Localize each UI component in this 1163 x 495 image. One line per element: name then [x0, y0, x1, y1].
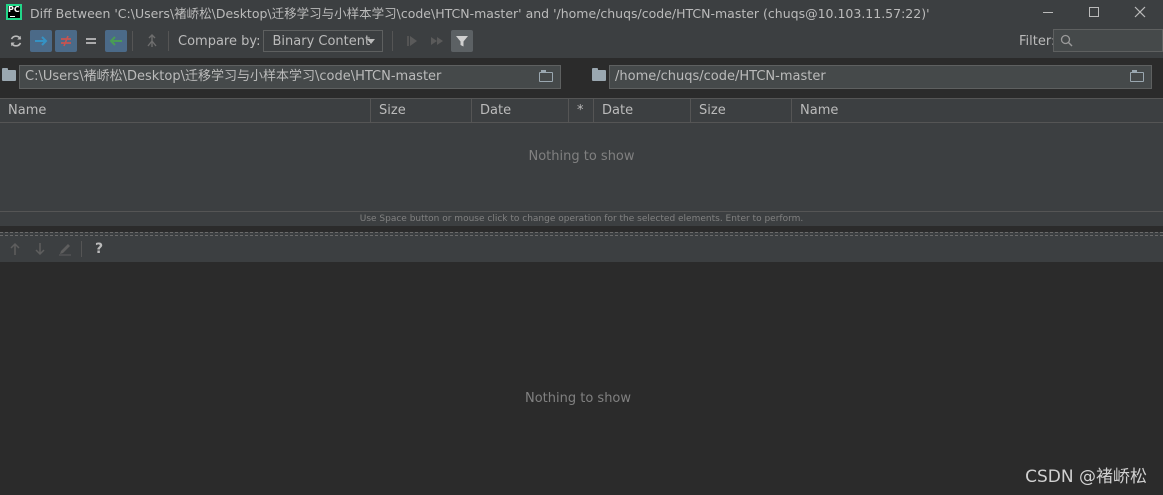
pencil-icon [59, 244, 71, 256]
column-header-right-name[interactable]: Name [792, 99, 1163, 123]
right-path-field[interactable]: /home/chuqs/code/HTCN-master [609, 65, 1152, 89]
minimize-icon [1043, 11, 1053, 13]
browse-folder-icon[interactable] [539, 70, 553, 82]
toolbar-separator [392, 31, 394, 51]
chevron-down-icon [367, 39, 376, 44]
show-equal-button[interactable] [80, 30, 102, 52]
maximize-icon [1089, 7, 1099, 17]
preview-pane: Nothing to show [0, 263, 1163, 495]
window-title: Diff Between 'C:\Users\褚峤松\Desktop\迁移学习与… [30, 5, 930, 21]
folder-icon [2, 68, 16, 81]
preview-empty-message: Nothing to show [524, 391, 632, 406]
filter-funnel-icon [456, 36, 469, 47]
refresh-icon [10, 35, 22, 47]
compare-by-dropdown[interactable]: Binary Content [263, 30, 384, 52]
toolbar-separator [168, 31, 169, 51]
table-header: Name Size Date * Date Size Name [0, 99, 1163, 123]
search-icon [1060, 34, 1073, 47]
show-new-on-left-button[interactable] [30, 30, 52, 52]
left-path-text: C:\Users\褚峤松\Desktop\迁移学习与小样本学习\code\HTC… [25, 69, 442, 84]
close-icon [1134, 6, 1146, 18]
column-header-left-name[interactable]: Name [0, 99, 371, 123]
show-different-button[interactable] [55, 30, 77, 52]
table-empty-message: Nothing to show [528, 149, 635, 164]
arrow-down-icon [35, 243, 45, 256]
previous-difference-button[interactable] [5, 239, 25, 259]
help-button[interactable]: ? [89, 239, 109, 259]
diff-toolbar: Compare by: Binary Content Filter: [0, 24, 1163, 58]
window-controls [1025, 0, 1163, 24]
preview-toolbar: ? [0, 236, 1163, 263]
filter-label: Filter: [1019, 34, 1056, 49]
filter-input[interactable] [1053, 29, 1163, 52]
column-header-left-size[interactable]: Size [371, 99, 472, 123]
filter-toggle-button[interactable] [451, 30, 474, 52]
left-path-field[interactable]: C:\Users\褚峤松\Desktop\迁移学习与小样本学习\code\HTC… [19, 65, 561, 89]
toolbar-separator [81, 241, 82, 257]
left-path-row: C:\Users\褚峤松\Desktop\迁移学习与小样本学习\code\HTC… [0, 64, 562, 90]
next-difference-button[interactable] [30, 239, 50, 259]
column-header-left-date[interactable]: Date [472, 99, 569, 123]
help-icon: ? [94, 241, 104, 257]
not-equal-icon [61, 35, 71, 47]
edit-source-button[interactable] [55, 239, 75, 259]
minimize-button[interactable] [1025, 0, 1071, 24]
fast-forward-icon [431, 37, 444, 45]
arrow-right-icon [35, 36, 48, 46]
diff-table: Name Size Date * Date Size Name Nothing … [0, 98, 1163, 212]
right-path-row: /home/chuqs/code/HTCN-master [590, 64, 1163, 90]
right-path-text: /home/chuqs/code/HTCN-master [615, 69, 826, 84]
equal-icon [86, 38, 96, 44]
browse-folder-icon[interactable] [1130, 70, 1144, 82]
arrow-up-icon [10, 242, 20, 255]
merge-icon [147, 34, 157, 47]
show-new-on-right-button[interactable] [105, 30, 127, 52]
refresh-button[interactable] [5, 30, 27, 52]
synchronize-selected-button[interactable] [401, 30, 423, 52]
column-header-operation[interactable]: * [569, 99, 594, 123]
operation-hint: Use Space button or mouse click to chang… [0, 212, 1163, 226]
title-bar: PC Diff Between 'C:\Users\褚峤松\Desktop\迁移… [0, 0, 1163, 24]
toolbar-separator [132, 31, 133, 51]
maximize-button[interactable] [1071, 0, 1117, 24]
close-button[interactable] [1117, 0, 1163, 24]
play-step-icon [407, 36, 418, 46]
folder-icon [592, 68, 606, 81]
pycharm-logo-icon: PC [6, 4, 22, 20]
csdn-watermark: CSDN @褚峤松 [1025, 467, 1147, 487]
compare-by-label: Compare by: [178, 33, 261, 49]
column-header-right-date[interactable]: Date [594, 99, 691, 123]
synchronize-button[interactable] [141, 30, 163, 52]
compare-by-value: Binary Content [272, 33, 371, 49]
arrow-left-icon [109, 36, 122, 46]
synchronize-all-button[interactable] [426, 30, 448, 52]
column-header-right-size[interactable]: Size [691, 99, 792, 123]
